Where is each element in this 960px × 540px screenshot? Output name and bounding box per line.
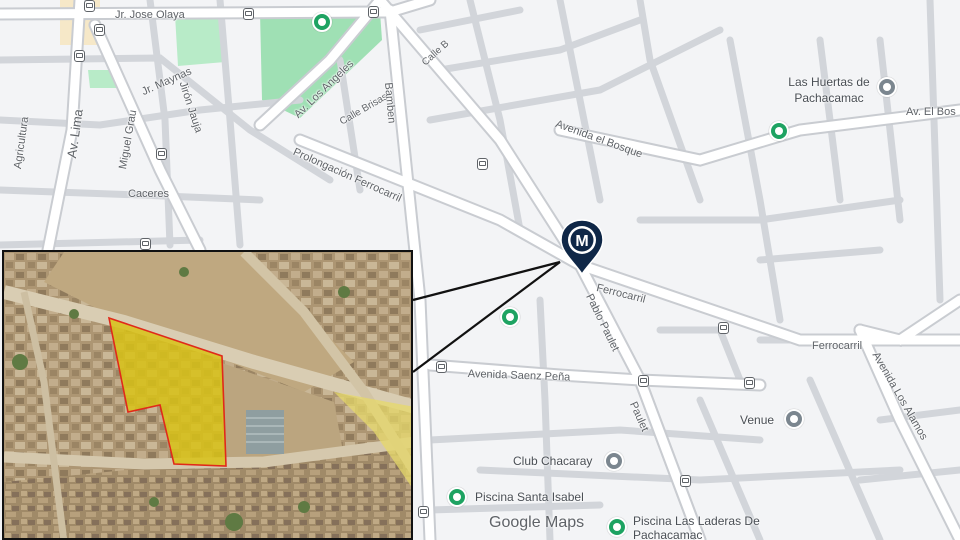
park-area <box>175 15 225 66</box>
place-label[interactable]: Club Chacaray <box>513 454 592 468</box>
map-marker-m-icon[interactable]: M <box>557 218 607 276</box>
bus-stop-icon[interactable] <box>680 475 691 487</box>
street-label: Caceres <box>128 188 169 200</box>
bus-stop-icon[interactable] <box>140 238 151 250</box>
map-view[interactable]: Jr. Jose Olaya Jr. Maynas Jirón Jauja Av… <box>0 0 960 540</box>
bus-stop-icon[interactable] <box>368 6 379 18</box>
green-poi-icon[interactable] <box>769 121 789 141</box>
satellite-inset[interactable] <box>2 250 413 540</box>
google-maps-logo: Google Maps <box>489 514 585 531</box>
gray-poi-icon[interactable] <box>604 451 624 471</box>
street-label: Ferrocarril <box>812 340 863 352</box>
bus-stop-icon[interactable] <box>74 50 85 62</box>
bus-stop-icon[interactable] <box>243 8 254 20</box>
place-label[interactable]: Venue <box>740 413 774 427</box>
bus-stop-icon[interactable] <box>436 361 447 373</box>
bus-stop-icon[interactable] <box>477 158 488 170</box>
park-tree-icon[interactable] <box>500 307 520 327</box>
place-label[interactable]: Piscina Las Laderas De Pachacamac <box>633 514 783 540</box>
bus-stop-icon[interactable] <box>418 506 429 518</box>
bus-stop-icon[interactable] <box>94 24 105 36</box>
green-poi-icon[interactable] <box>312 12 332 32</box>
gray-poi-icon[interactable] <box>877 77 897 97</box>
street-label: Jr. Jose Olaya <box>115 9 185 21</box>
gray-poi-icon[interactable] <box>784 409 804 429</box>
green-poi-icon[interactable] <box>607 517 627 537</box>
satellite-image <box>4 252 411 538</box>
bus-stop-icon[interactable] <box>156 148 167 160</box>
street-label: Av. El Bos <box>906 106 956 118</box>
bus-stop-icon[interactable] <box>718 322 729 334</box>
bus-stop-icon[interactable] <box>84 0 95 12</box>
marker-letter: M <box>575 233 588 250</box>
bus-stop-icon[interactable] <box>744 377 755 389</box>
place-label[interactable]: Piscina Santa Isabel <box>475 490 584 504</box>
green-poi-icon[interactable] <box>447 487 467 507</box>
place-label[interactable]: Las Huertas de Pachacamac <box>783 74 875 106</box>
bus-stop-icon[interactable] <box>638 375 649 387</box>
